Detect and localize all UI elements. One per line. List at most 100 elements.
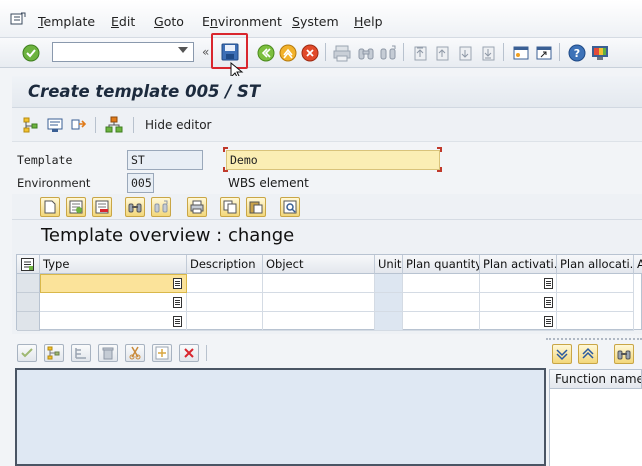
menu-environment[interactable]: Environment bbox=[202, 14, 282, 29]
function-name-column-header[interactable]: Function name bbox=[549, 369, 642, 389]
expand-icon[interactable] bbox=[552, 344, 572, 364]
system-menu-icon[interactable] bbox=[10, 12, 26, 26]
row-selector[interactable] bbox=[17, 312, 40, 331]
function-list bbox=[549, 389, 642, 466]
paste-icon[interactable] bbox=[246, 197, 266, 217]
value-help-icon[interactable] bbox=[544, 278, 553, 289]
page-title: Create template 005 / ST bbox=[28, 82, 261, 101]
table-cell[interactable] bbox=[263, 312, 375, 331]
new-session-icon[interactable] bbox=[511, 43, 531, 63]
editor-area[interactable] bbox=[15, 368, 546, 466]
hide-editor-button[interactable]: Hide editor bbox=[145, 118, 212, 132]
insert-row-icon[interactable] bbox=[66, 197, 86, 217]
print-icon[interactable] bbox=[332, 43, 352, 63]
close-icon[interactable] bbox=[179, 344, 199, 362]
title-bar: Create template 005 / ST bbox=[12, 76, 642, 108]
next-page-icon[interactable] bbox=[455, 43, 475, 63]
column-header-description[interactable]: Description bbox=[187, 255, 263, 274]
transfer-icon[interactable] bbox=[70, 116, 88, 137]
toolbar-collapse-icon[interactable]: « bbox=[202, 45, 209, 59]
hierarchy-icon[interactable] bbox=[44, 344, 64, 362]
shortcut-icon[interactable] bbox=[534, 43, 554, 63]
indent-icon[interactable] bbox=[71, 344, 91, 362]
value-help-icon[interactable] bbox=[173, 278, 182, 289]
delete-row-icon[interactable] bbox=[92, 197, 112, 217]
details-icon[interactable] bbox=[280, 197, 300, 217]
print-icon[interactable] bbox=[187, 197, 207, 217]
table-cell[interactable] bbox=[403, 293, 480, 312]
last-page-icon[interactable] bbox=[478, 43, 498, 63]
insert-icon[interactable] bbox=[152, 344, 172, 362]
template-label: Template bbox=[17, 153, 73, 167]
first-page-icon[interactable] bbox=[410, 43, 430, 63]
table-cell[interactable] bbox=[403, 312, 480, 331]
column-header-plan-allocation[interactable]: Plan allocati... bbox=[557, 255, 634, 274]
check-icon[interactable] bbox=[17, 344, 37, 362]
find-icon[interactable] bbox=[356, 43, 376, 63]
structure-icon[interactable] bbox=[105, 116, 123, 137]
save-icon[interactable] bbox=[220, 42, 240, 62]
table-cell[interactable] bbox=[557, 293, 634, 312]
column-header-unit[interactable]: Unit bbox=[375, 255, 403, 274]
menu-goto[interactable]: Goto bbox=[154, 14, 184, 29]
command-field[interactable] bbox=[52, 42, 194, 62]
select-all-icon[interactable] bbox=[17, 255, 40, 274]
value-help-icon[interactable] bbox=[173, 297, 182, 308]
table-cell[interactable] bbox=[403, 274, 480, 293]
table-cell[interactable] bbox=[187, 274, 263, 293]
exit-icon[interactable] bbox=[278, 43, 298, 63]
customize-layout-icon[interactable] bbox=[590, 43, 610, 63]
back-icon[interactable] bbox=[256, 43, 276, 63]
column-header-a[interactable]: A bbox=[634, 255, 642, 274]
value-help-icon[interactable] bbox=[173, 316, 182, 327]
display-object-icon[interactable] bbox=[46, 116, 64, 137]
menu-help[interactable]: Help bbox=[354, 14, 383, 29]
help-icon[interactable]: ? bbox=[567, 43, 587, 63]
application-toolbar: Hide editor bbox=[12, 108, 642, 142]
type-input[interactable] bbox=[40, 312, 187, 331]
editor-toolbar bbox=[12, 342, 547, 364]
input-focus-corner bbox=[223, 147, 228, 152]
type-input[interactable] bbox=[40, 293, 187, 312]
value-help-icon[interactable] bbox=[544, 316, 553, 327]
menu-bar: Template Edit Goto Environment System He… bbox=[0, 0, 642, 38]
column-header-plan-activation[interactable]: Plan activati... bbox=[480, 255, 557, 274]
template-description-input[interactable]: Demo bbox=[226, 150, 440, 170]
table-cell[interactable] bbox=[557, 312, 634, 331]
cancel-icon[interactable] bbox=[300, 43, 320, 63]
find-icon[interactable] bbox=[614, 344, 634, 364]
prev-page-icon[interactable] bbox=[432, 43, 452, 63]
row-selector[interactable] bbox=[17, 293, 40, 312]
hierarchy-icon[interactable] bbox=[22, 116, 40, 137]
column-header-object[interactable]: Object bbox=[263, 255, 375, 274]
template-field[interactable]: ST bbox=[127, 150, 203, 170]
table-cell bbox=[375, 293, 403, 312]
delete-icon[interactable] bbox=[98, 344, 118, 362]
copy-icon[interactable] bbox=[220, 197, 240, 217]
row-selector[interactable] bbox=[17, 274, 40, 293]
column-header-plan-quantity[interactable]: Plan quantity bbox=[403, 255, 480, 274]
table-cell[interactable] bbox=[187, 293, 263, 312]
table-cell[interactable] bbox=[263, 274, 375, 293]
find-icon[interactable] bbox=[125, 197, 145, 217]
find-next-icon[interactable] bbox=[378, 43, 398, 63]
column-header-type[interactable]: Type bbox=[40, 255, 187, 274]
enter-icon[interactable] bbox=[21, 43, 41, 63]
menu-template[interactable]: Template bbox=[38, 14, 95, 29]
table-cell[interactable] bbox=[557, 274, 634, 293]
collapse-icon[interactable] bbox=[578, 344, 598, 364]
environment-field[interactable]: 005 bbox=[127, 173, 154, 193]
new-document-icon[interactable] bbox=[40, 197, 60, 217]
table-cell[interactable] bbox=[187, 312, 263, 331]
input-focus-corner bbox=[437, 167, 442, 172]
chevron-down-icon[interactable] bbox=[178, 47, 188, 53]
menu-edit[interactable]: Edit bbox=[111, 14, 135, 29]
environment-label: Environment bbox=[17, 176, 91, 190]
find-next-icon[interactable] bbox=[151, 197, 171, 217]
cut-icon[interactable] bbox=[125, 344, 145, 362]
type-input[interactable] bbox=[40, 274, 187, 293]
value-help-icon[interactable] bbox=[544, 297, 553, 308]
table-cell[interactable] bbox=[263, 293, 375, 312]
table-cell bbox=[375, 312, 403, 331]
menu-system[interactable]: System bbox=[292, 14, 339, 29]
